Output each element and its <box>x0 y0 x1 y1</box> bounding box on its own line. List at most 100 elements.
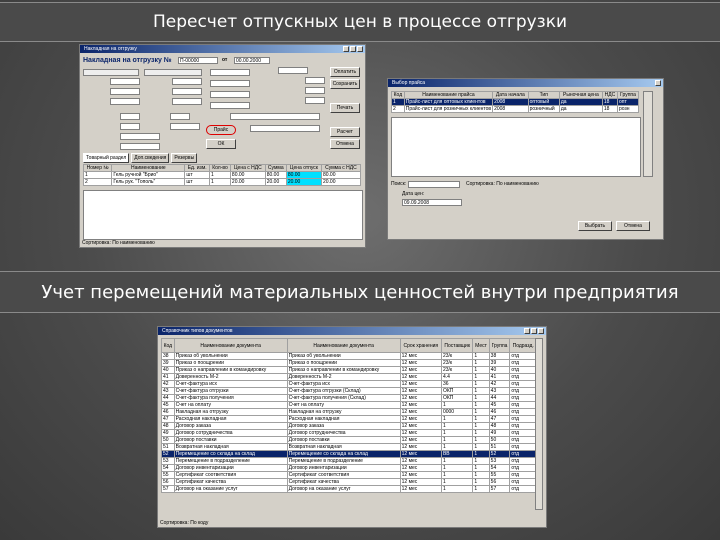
field-b1[interactable] <box>110 78 140 85</box>
field-f2[interactable] <box>305 77 325 84</box>
table-row[interactable]: 2 Гель рук. "Тополь" шт 1 20.00 20.00 20… <box>82 178 362 186</box>
tab-reserve[interactable]: Резервы <box>171 153 198 163</box>
col-type[interactable]: Тип <box>527 91 560 99</box>
col-group[interactable]: Группа <box>488 338 511 353</box>
col-csum[interactable]: Сумма с НДС <box>320 164 362 172</box>
scrollbar[interactable] <box>643 91 653 177</box>
col-code[interactable]: Код <box>391 91 405 99</box>
doc-number-field[interactable]: П-00000 <box>178 57 218 64</box>
field-d2[interactable] <box>172 98 202 105</box>
field-i1[interactable] <box>230 113 320 120</box>
table-row[interactable]: 50 Договор поставки Договор поставки 12 мес… <box>161 436 537 444</box>
table-row[interactable]: 51 Возвратная накладная Возвратная накладн… <box>161 443 537 451</box>
field-a2[interactable] <box>144 69 202 76</box>
field-g2[interactable] <box>170 113 190 120</box>
table-row[interactable]: 57 Договор на оказание услуг Договор на ок… <box>161 485 537 493</box>
field-g1[interactable] <box>120 113 140 120</box>
table-row[interactable]: 45 Счет на оплату Счет на оплату 12 мес 1 1 45… <box>161 401 537 409</box>
col-storage[interactable]: Срок хранения <box>399 338 442 353</box>
table-row[interactable]: 42 Счет-фактура исх Счет-фактура исх 12 мес… <box>161 380 537 388</box>
col-group[interactable]: Группа <box>617 91 639 99</box>
field-g3[interactable] <box>120 123 140 130</box>
table-row[interactable]: 54 Договор инвентаризации Договор инвентар… <box>161 464 537 472</box>
col-nds[interactable]: НДС <box>601 91 619 99</box>
field-i2[interactable] <box>250 125 320 132</box>
table-row[interactable]: 56 Сертификат качества Сертификат качества… <box>161 478 537 486</box>
maximize-icon[interactable] <box>531 328 537 334</box>
col-unit[interactable]: Ед. изм. <box>184 164 211 172</box>
field-f3[interactable] <box>305 87 325 94</box>
cell: Гель рук. "Тополь" <box>111 178 186 186</box>
col-name2[interactable]: Наименование документа <box>286 338 401 353</box>
price-date-input[interactable]: 09.09.2008 <box>402 199 462 206</box>
col-cprice[interactable]: Цена отпуск <box>285 164 322 172</box>
field-g4[interactable] <box>170 123 200 130</box>
tab-extra[interactable]: Доп.сведения <box>131 153 170 163</box>
cell: 47 <box>161 415 175 423</box>
table-row[interactable]: 49 Договор сотрудничества Договор сотрудни… <box>161 429 537 437</box>
table-row[interactable]: 41 Доверенность М-2 Доверенность М-2 12 мес… <box>161 373 537 381</box>
table-row[interactable]: 48 Договор заказа Договор заказа 12 мес 1 1 48… <box>161 422 537 430</box>
ok-button[interactable]: ОК <box>206 139 236 149</box>
field-e2[interactable] <box>210 80 250 87</box>
col-date[interactable]: Дата начала <box>492 91 529 99</box>
col-no[interactable]: Номер № <box>82 164 113 172</box>
pay-button[interactable]: Оплатить <box>330 67 360 77</box>
col-places[interactable]: Мест <box>472 338 490 353</box>
cancel-button[interactable]: Отмена <box>616 221 650 231</box>
table-row[interactable]: 44 Счет-фактура получения Счет-фактура пол… <box>161 394 537 402</box>
col-code[interactable]: Код <box>161 338 175 353</box>
cell: 1 <box>440 422 474 430</box>
calc-button[interactable]: Расчет <box>330 127 360 137</box>
field-e1[interactable] <box>210 69 250 76</box>
col-sum[interactable]: Сумма <box>264 164 287 172</box>
field-f1[interactable] <box>278 67 308 74</box>
print-button[interactable]: Печать <box>330 103 360 113</box>
tab-goods[interactable]: Товарный раздел <box>83 153 130 163</box>
table-row[interactable]: 52 Перемещение со склада на склад Перемеще… <box>161 450 537 458</box>
field-b2[interactable] <box>172 78 202 85</box>
price-button[interactable]: Прайс <box>206 125 236 135</box>
col-qty[interactable]: Кол-во <box>209 164 231 172</box>
maximize-icon[interactable] <box>350 46 356 52</box>
close-icon[interactable] <box>655 80 661 86</box>
select-button[interactable]: Выбрать <box>578 221 612 231</box>
doc-date-field[interactable]: 00.00.2000 <box>234 57 270 64</box>
field-h1[interactable] <box>120 133 160 140</box>
table-row[interactable]: 47 Расходная накладная Расходная накладная… <box>161 415 537 423</box>
table-row[interactable]: 39 Приказ о поощрении Приказ о поощрении 12… <box>161 359 537 367</box>
table-row[interactable]: 53 Перемещение в подразделение Перемещение… <box>161 457 537 465</box>
table-row[interactable]: 2 Прайс-лист для розничных клиентов 2008… <box>391 105 639 113</box>
col-name[interactable]: Наименование <box>111 164 186 172</box>
table-row[interactable]: 38 Приказ об увольнении Приказ об увольнен… <box>161 352 537 360</box>
minimize-icon[interactable] <box>524 328 530 334</box>
cancel-button[interactable]: Отмена <box>330 139 360 149</box>
col-name1[interactable]: Наименование документа <box>173 338 288 353</box>
field-e4[interactable] <box>210 102 250 109</box>
close-icon[interactable] <box>538 328 544 334</box>
table-row[interactable]: 55 Сертификат соответствия Сертификат соот… <box>161 471 537 479</box>
table-row[interactable]: 43 Счет-фактура отгрузки Счет-фактура отгр… <box>161 387 537 395</box>
col-name[interactable]: Наименование прайса <box>403 91 494 99</box>
filter-input[interactable] <box>408 181 460 188</box>
table-row[interactable]: 46 Накладная на отгрузку Накладная на отгр… <box>161 408 537 416</box>
col-market[interactable]: Рыночная цена <box>558 91 603 99</box>
minimize-icon[interactable] <box>343 46 349 52</box>
scrollbar[interactable] <box>535 338 543 510</box>
table-row[interactable]: 1 Гель ручной "Брио" шт 1 80.00 80.00 80… <box>82 171 362 179</box>
col-price[interactable]: Цена с НДС <box>229 164 266 172</box>
col-dept[interactable]: Подразд. <box>509 338 537 353</box>
close-icon[interactable] <box>357 46 363 52</box>
col-supplier[interactable]: Поставщик <box>440 338 474 353</box>
table-row[interactable]: 40 Приказ о направлении в командировку При… <box>161 366 537 374</box>
field-a1[interactable] <box>83 69 139 76</box>
save-button[interactable]: Сохранить <box>330 79 360 89</box>
field-f4[interactable] <box>305 97 325 104</box>
field-h2[interactable] <box>120 143 160 150</box>
table-row[interactable]: 1 Прайс-лист для оптовых клиентов 2008 о… <box>391 98 639 106</box>
field-c2[interactable] <box>172 88 202 95</box>
field-e3[interactable] <box>210 91 250 98</box>
cell: Перемещение в подразделение <box>173 457 288 465</box>
field-d1[interactable] <box>110 98 140 105</box>
field-c1[interactable] <box>110 88 140 95</box>
